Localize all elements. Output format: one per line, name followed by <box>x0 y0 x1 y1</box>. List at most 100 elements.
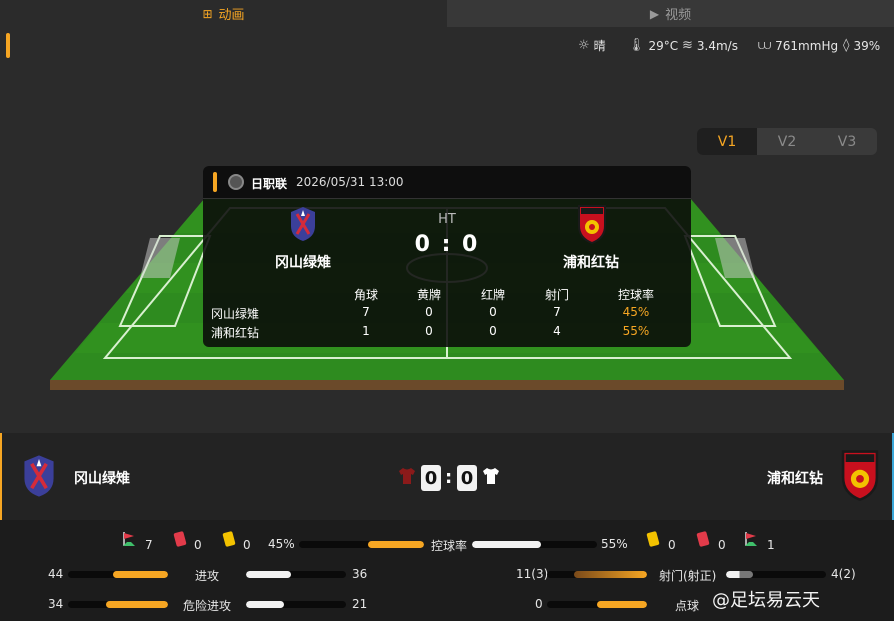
cell: 0 <box>489 324 497 338</box>
corner-flag-icon <box>123 532 135 546</box>
penalty-home-fill <box>597 601 647 608</box>
attack-home-fill <box>113 571 168 578</box>
penalty-home-value: 0 <box>535 597 543 611</box>
home-crest-large-icon <box>24 455 54 497</box>
danger-home-fill <box>106 601 168 608</box>
attack-away-bar <box>246 571 346 578</box>
cell: 7 <box>553 305 561 319</box>
home-shirt-icon <box>399 468 415 484</box>
away-possession-bar <box>472 541 597 548</box>
stats-table: 角球 黄牌 红牌 射门 控球率 冈山绿雉 7 0 0 7 45% 浦和红钻 1 … <box>203 286 691 343</box>
shots-away-bar <box>726 571 826 578</box>
cell: 7 <box>362 305 370 319</box>
penalty-label: 点球 <box>675 599 700 613</box>
attack-away-value: 36 <box>352 567 368 581</box>
match-info-card: 日职联 2026/05/31 13:00 冈山绿雉 浦和红钻 HT 0 : 0 … <box>203 166 691 347</box>
cell: 45% <box>622 305 650 319</box>
match-status: HT <box>438 212 456 227</box>
tab-animation[interactable]: ⊞ 动画 <box>0 0 447 27</box>
red-card-icon <box>696 530 710 548</box>
yellow-card-icon <box>222 530 236 548</box>
cell: 4 <box>553 324 561 338</box>
wind-icon: ≋ <box>682 38 693 53</box>
danger-away-fill <box>246 601 284 608</box>
weather-bar: ☼ 晴 🌡 29°C ≋ 3.4m/s ⩊ 761mmHg ◊ 39% <box>0 27 894 68</box>
row-team: 冈山绿雉 <box>211 307 260 321</box>
attack-away-fill <box>246 571 291 578</box>
home-crest-icon <box>291 207 315 241</box>
cell: 0 <box>425 324 433 338</box>
attack-home-bar <box>68 571 168 578</box>
view-v2-button[interactable]: V2 <box>757 128 817 155</box>
danger-home-bar <box>68 601 168 608</box>
corner-flag-icon <box>745 532 757 546</box>
danger-label: 危险进攻 <box>183 599 232 613</box>
weather-temperature: 🌡 29°C <box>628 27 678 64</box>
cell: 1 <box>362 324 370 338</box>
view-v3-button[interactable]: V3 <box>817 128 877 155</box>
home-score-box: 0 <box>421 465 441 491</box>
attack-home-value: 44 <box>48 567 64 581</box>
home-possession: 45% <box>268 537 295 551</box>
red-card-icon <box>173 530 187 548</box>
danger-home-value: 34 <box>48 597 64 611</box>
weather-condition: ☼ 晴 <box>578 27 606 64</box>
shots-home-fill <box>574 571 647 578</box>
weather-humidity: ◊ 39% <box>843 27 880 64</box>
shots-away-value: 4(2) <box>831 567 856 581</box>
shots-home-value: 11(3) <box>516 567 549 581</box>
weather-pressure: ⩊ 761mmHg <box>758 27 838 64</box>
pitch-icon: ⊞ <box>202 6 213 21</box>
away-red: 0 <box>718 538 726 552</box>
stats-header-row: 角球 黄牌 红牌 射门 控球率 <box>203 286 691 305</box>
league-logo-icon <box>228 174 244 190</box>
cell: 0 <box>489 305 497 319</box>
humidity-text: 39% <box>853 38 881 53</box>
tab-video-label: 视频 <box>665 8 692 23</box>
away-corners: 1 <box>767 538 775 552</box>
away-crest-large-icon <box>841 450 879 501</box>
pressure-text: 761mmHg <box>775 38 839 53</box>
league-name: 日职联 <box>251 177 288 191</box>
home-yellow: 0 <box>243 538 251 552</box>
penalty-home-bar <box>547 601 647 608</box>
away-yellow: 0 <box>668 538 676 552</box>
droplet-icon: ◊ <box>843 38 850 53</box>
away-crest-icon <box>578 205 606 244</box>
header-possession: 控球率 <box>617 288 654 302</box>
away-team-name: 浦和红钻 <box>563 255 619 271</box>
thermometer-icon: 🌡 <box>628 38 645 53</box>
match-datetime: 2026/05/31 13:00 <box>296 175 404 189</box>
video-icon: ▶ <box>649 6 660 21</box>
card-accent <box>213 172 217 192</box>
shots-home-bar <box>547 571 647 578</box>
tab-video[interactable]: ▶ 视频 <box>447 0 894 27</box>
row-team: 浦和红钻 <box>211 326 260 340</box>
home-possession-bar <box>299 541 424 548</box>
scoreboard: 冈山绿雉 0 : 0 浦和红钻 <box>0 433 894 520</box>
card-divider <box>203 198 691 199</box>
header-corners: 角球 <box>353 288 378 302</box>
away-possession-fill <box>472 541 541 548</box>
pressure-icon: ⩊ <box>758 38 772 53</box>
home-corners: 7 <box>145 538 153 552</box>
view-selector: V1 V2 V3 <box>697 128 877 155</box>
match-score: 0 : 0 <box>414 232 480 257</box>
watermark: @足坛易云天 <box>712 590 820 611</box>
cell: 0 <box>425 305 433 319</box>
temperature-text: 29°C <box>648 38 679 53</box>
view-v1-button[interactable]: V1 <box>697 128 757 155</box>
weather-condition-text: 晴 <box>593 39 606 53</box>
home-team-name-board: 冈山绿雉 <box>74 471 130 487</box>
accent-bar <box>6 33 10 58</box>
possession-label: 控球率 <box>431 539 468 553</box>
match-tracker: ⊞ 动画 ▶ 视频 ☼ 晴 🌡 29°C ≋ 3.4m/s ⩊ 761mmHg … <box>0 0 894 621</box>
home-possession-fill <box>367 541 424 548</box>
yellow-card-icon <box>646 530 660 548</box>
attack-label: 进攻 <box>195 569 220 583</box>
danger-away-bar <box>246 601 346 608</box>
stats-row-home: 冈山绿雉 7 0 0 7 45% <box>203 305 691 324</box>
home-team-name: 冈山绿雉 <box>275 255 331 271</box>
away-shirt-icon <box>483 468 499 484</box>
header-yellow: 黄牌 <box>416 288 441 302</box>
